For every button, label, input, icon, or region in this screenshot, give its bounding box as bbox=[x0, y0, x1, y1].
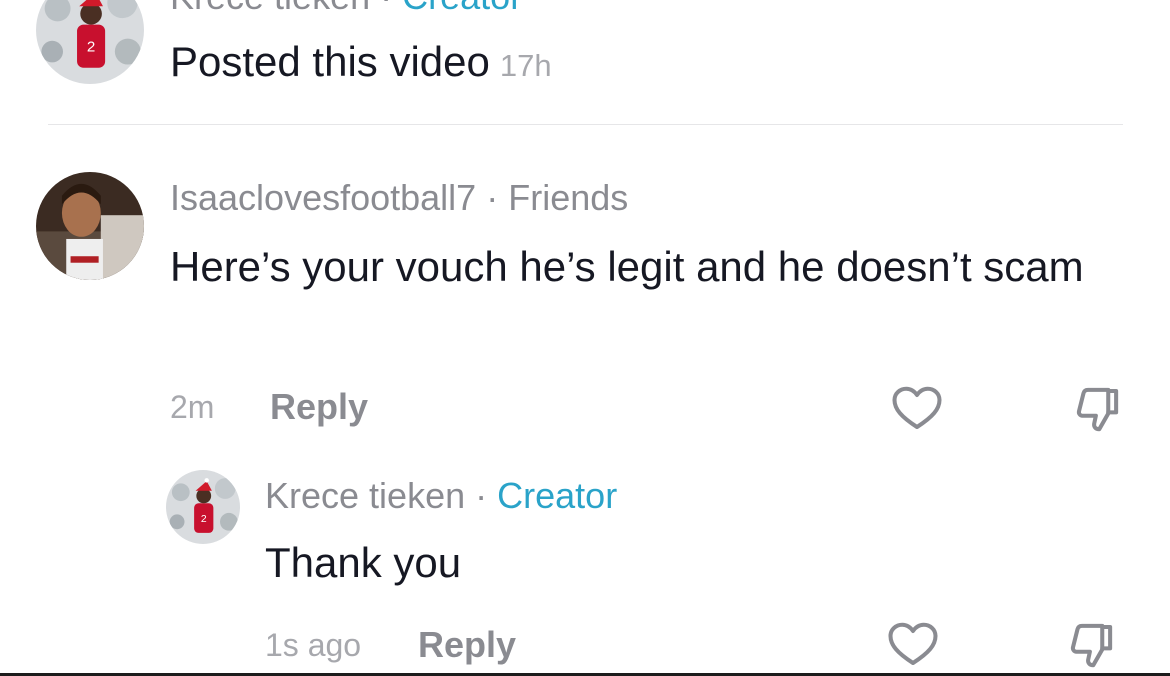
creator-badge: Creator bbox=[497, 475, 618, 516]
top-comment-time: 17h bbox=[499, 48, 552, 83]
reply-button[interactable]: Reply bbox=[418, 624, 516, 666]
avatar-creator-reply[interactable]: 2 bbox=[166, 470, 240, 544]
creator-badge: Creator bbox=[402, 0, 522, 17]
thumbs-down-outline-icon[interactable] bbox=[1070, 382, 1124, 436]
thumbs-down-outline-icon[interactable] bbox=[1064, 618, 1118, 672]
divider bbox=[48, 124, 1123, 125]
creator-avatar-image: 2 bbox=[166, 470, 240, 544]
separator-dot: · bbox=[380, 0, 392, 17]
heart-outline-icon[interactable] bbox=[890, 382, 944, 436]
top-comment-text: Posted this video 17h bbox=[170, 38, 552, 86]
reply-text: Thank you bbox=[265, 539, 462, 586]
comment-time: 2m bbox=[170, 389, 215, 425]
creator-avatar-image: 2 bbox=[36, 0, 144, 84]
comment-text: Here’s your vouch he’s legit and he does… bbox=[170, 243, 1084, 290]
comment-username-line: Isaaclovesfootball7 · Friends bbox=[170, 177, 628, 219]
reply-username-line: Krece tieken · Creator bbox=[265, 475, 617, 517]
reply-username[interactable]: Krece tieken bbox=[265, 475, 465, 516]
separator-dot: · bbox=[486, 177, 499, 218]
top-comment-body: Posted this video bbox=[170, 38, 490, 85]
avatar-creator-top[interactable]: 2 bbox=[36, 0, 144, 84]
heart-outline-icon[interactable] bbox=[886, 618, 940, 672]
comment-username[interactable]: Isaaclovesfootball7 bbox=[170, 177, 476, 218]
friends-label: Friends bbox=[508, 177, 629, 218]
svg-text:2: 2 bbox=[87, 39, 95, 56]
separator-dot: · bbox=[475, 475, 488, 516]
reply-button[interactable]: Reply bbox=[270, 386, 368, 428]
svg-text:2: 2 bbox=[201, 514, 207, 525]
commenter-avatar-image bbox=[36, 172, 144, 280]
top-comment-username[interactable]: Krece tieken bbox=[170, 0, 370, 17]
avatar-commenter[interactable] bbox=[36, 172, 144, 280]
top-comment-username-line: Krece tieken · Creator bbox=[170, 0, 522, 18]
reply-time: 1s ago bbox=[265, 627, 362, 663]
